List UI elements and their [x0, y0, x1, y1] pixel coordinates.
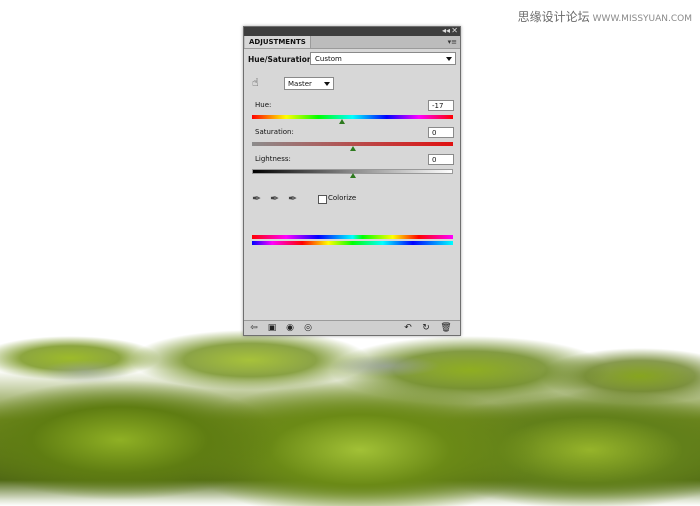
eyedropper-icon[interactable]: ✒ [252, 193, 264, 205]
close-icon[interactable]: ✕ [451, 26, 458, 36]
preset-select[interactable]: Custom [310, 52, 456, 65]
preset-label: Hue/Saturation [248, 55, 313, 64]
panel-tabs: ADJUSTMENTS ▾≡ [244, 36, 460, 49]
spectrum-bar-top [252, 235, 453, 239]
preset-row: Hue/Saturation Custom [248, 52, 456, 68]
saturation-label: Saturation: [255, 128, 294, 136]
saturation-slider-thumb[interactable] [349, 146, 356, 151]
lightness-label: Lightness: [255, 155, 291, 163]
chevron-down-icon [446, 57, 452, 61]
lightness-slider-thumb[interactable] [349, 173, 356, 178]
preset-select-value: Custom [315, 55, 342, 63]
channel-select-value: Master [288, 80, 312, 88]
previous-state-icon[interactable]: ↶ [402, 322, 414, 334]
spectrum-bar-bottom[interactable] [252, 241, 453, 245]
trash-icon[interactable]: 🗑 [440, 322, 452, 334]
reset-icon[interactable]: ↻ [420, 322, 432, 334]
panel-bottom-bar: ⇦ ▣ ◉ ◎ ↶ ↻ 🗑 [244, 320, 460, 335]
return-icon[interactable]: ⇦ [248, 322, 260, 334]
hue-slider-track[interactable] [252, 115, 453, 119]
colorize-checkbox[interactable] [318, 195, 327, 204]
adjustments-panel: ◂◂ ✕ ADJUSTMENTS ▾≡ Hue/Saturation Custo… [243, 26, 461, 336]
double-chevron-left-icon[interactable]: ◂◂ [442, 26, 450, 36]
watermark: 思缘设计论坛 WWW.MISSYUAN.COM [518, 8, 692, 25]
eye-icon[interactable]: ◎ [302, 322, 314, 334]
hue-label: Hue: [255, 101, 272, 109]
stone-patch-left [40, 360, 130, 384]
channel-select[interactable]: Master [284, 77, 334, 90]
hue-slider-thumb[interactable] [339, 119, 346, 124]
clip-layer-icon[interactable]: ▣ [266, 322, 278, 334]
panel-title-bar[interactable]: ◂◂ ✕ [244, 26, 460, 36]
hue-input[interactable]: -17 [428, 100, 454, 111]
chevron-down-icon [324, 82, 330, 86]
saturation-input[interactable]: 0 [428, 127, 454, 138]
target-adjust-hand-icon[interactable]: ☝ [252, 77, 264, 89]
eyedropper-minus-icon[interactable]: ✒ [288, 193, 300, 205]
stone-patch [330, 355, 440, 377]
eyedropper-plus-icon[interactable]: ✒ [270, 193, 282, 205]
tab-adjustments[interactable]: ADJUSTMENTS [245, 36, 311, 48]
panel-menu-icon[interactable]: ▾≡ [448, 38, 457, 46]
lightness-input[interactable]: 0 [428, 154, 454, 165]
layer-visibility-icon[interactable]: ◉ [284, 322, 296, 334]
colorize-label: Colorize [328, 194, 357, 202]
watermark-text: 思缘设计论坛 [517, 10, 590, 24]
watermark-url: WWW.MISSYUAN.COM [592, 14, 692, 24]
